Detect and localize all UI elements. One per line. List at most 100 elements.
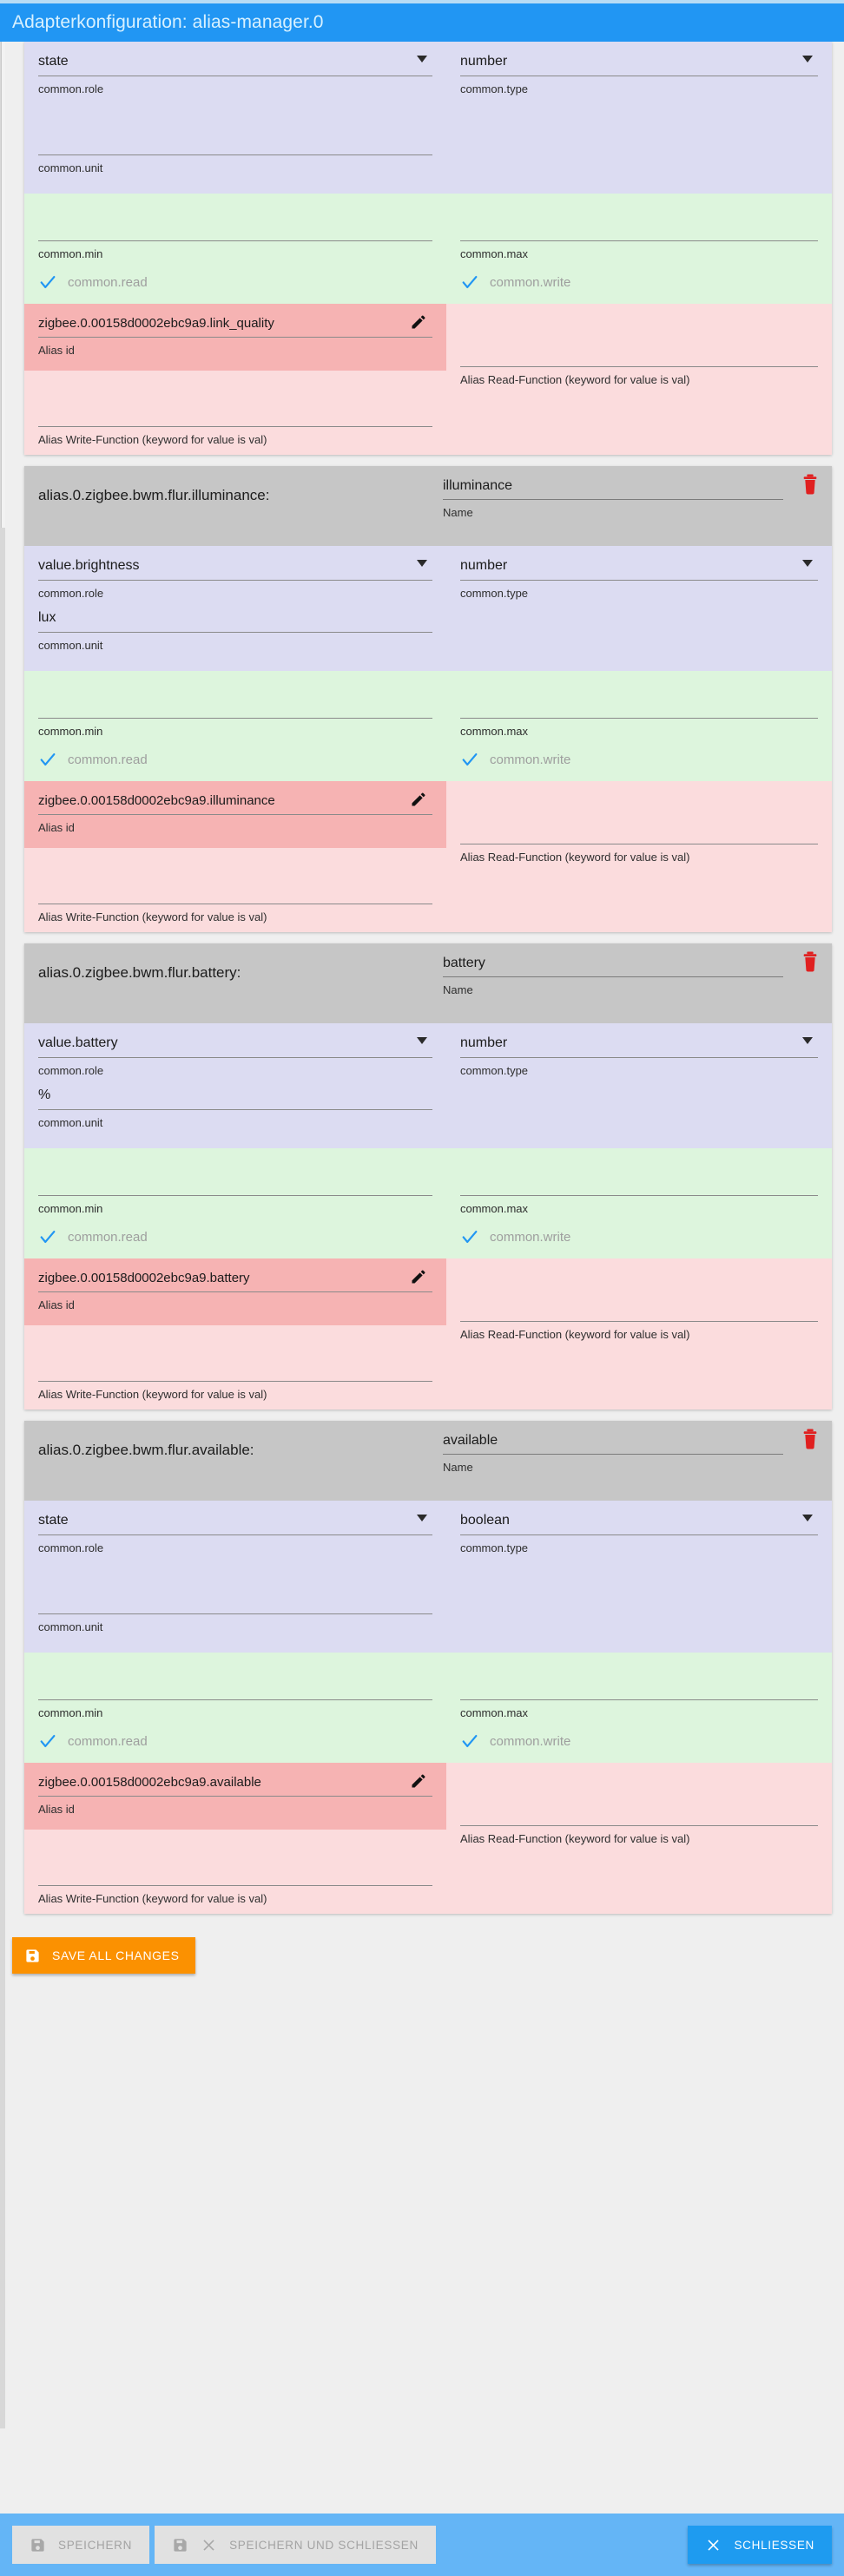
- common-unit-field[interactable]: common.unit: [38, 1565, 432, 1642]
- common-role-field[interactable]: state common.role: [38, 1513, 432, 1563]
- common-write-checkbox-row[interactable]: common.write: [460, 748, 818, 772]
- alias-read-function-value[interactable]: [460, 1302, 818, 1321]
- common-min-field[interactable]: common.min: [38, 206, 432, 269]
- chevron-down-icon[interactable]: [802, 560, 813, 567]
- alias-write-function-field[interactable]: Alias Write-Function (keyword for value …: [38, 371, 432, 446]
- common-role-field-value[interactable]: state: [38, 1513, 432, 1534]
- common-max-field[interactable]: common.max: [460, 1160, 818, 1224]
- save-all-changes-button[interactable]: SAVE ALL CHANGES: [12, 1937, 195, 1974]
- alias-read-function-value[interactable]: [460, 347, 818, 366]
- chevron-down-icon[interactable]: [417, 1515, 427, 1521]
- chevron-down-icon[interactable]: [802, 1037, 813, 1044]
- common-min-field-value[interactable]: [38, 206, 432, 240]
- common-read-checkbox-row[interactable]: common.read: [38, 1226, 432, 1250]
- common-unit-field-value[interactable]: %: [38, 1088, 432, 1109]
- check-icon[interactable]: [460, 750, 479, 769]
- common-write-checkbox-row[interactable]: common.write: [460, 271, 818, 295]
- common-read-checkbox-row[interactable]: common.read: [38, 1730, 432, 1754]
- chevron-down-icon[interactable]: [417, 560, 427, 567]
- common-role-field[interactable]: state common.role: [38, 54, 432, 104]
- common-type-field-value[interactable]: number: [460, 54, 818, 76]
- scrollbar-thumb[interactable]: [1, 42, 5, 528]
- common-max-field[interactable]: common.max: [460, 683, 818, 746]
- alias-write-function-field[interactable]: Alias Write-Function (keyword for value …: [38, 1830, 432, 1905]
- alias-name-field[interactable]: illuminance Name: [443, 478, 818, 537]
- check-icon[interactable]: [38, 273, 57, 292]
- common-type-field-value[interactable]: number: [460, 1035, 818, 1057]
- common-type-field[interactable]: number common.type: [460, 558, 818, 608]
- alias-write-function-value[interactable]: [38, 1842, 432, 1885]
- common-min-field-value[interactable]: [38, 1160, 432, 1195]
- common-max-field-value[interactable]: [460, 683, 818, 718]
- common-type-field[interactable]: number common.type: [460, 54, 818, 104]
- alias-write-function-value[interactable]: [38, 1337, 432, 1381]
- common-write-checkbox-row[interactable]: common.write: [460, 1730, 818, 1754]
- alias-read-function-value[interactable]: [460, 1806, 818, 1825]
- common-min-field[interactable]: common.min: [38, 1160, 432, 1224]
- common-max-field[interactable]: common.max: [460, 206, 818, 269]
- save-button[interactable]: SPEICHERN: [12, 2526, 150, 2564]
- common-role-field[interactable]: value.brightness common.role: [38, 558, 432, 608]
- delete-alias-button[interactable]: [801, 474, 820, 495]
- alias-id-field[interactable]: zigbee.0.00158d0002ebc9a9.available Alias…: [24, 1763, 446, 1830]
- alias-id-value[interactable]: zigbee.0.00158d0002ebc9a9.available: [38, 1772, 432, 1796]
- common-read-checkbox-row[interactable]: common.read: [38, 271, 432, 295]
- common-role-field-value[interactable]: state: [38, 54, 432, 76]
- common-min-field[interactable]: common.min: [38, 683, 432, 746]
- alias-id-field[interactable]: zigbee.0.00158d0002ebc9a9.illuminance Ali…: [24, 781, 446, 848]
- alias-name-value[interactable]: battery: [443, 956, 783, 976]
- alias-name-value[interactable]: illuminance: [443, 478, 783, 499]
- chevron-down-icon[interactable]: [802, 56, 813, 62]
- delete-alias-button[interactable]: [801, 951, 820, 972]
- chevron-down-icon[interactable]: [417, 56, 427, 62]
- alias-read-function-field[interactable]: Alias Read-Function (keyword for value i…: [460, 1271, 818, 1341]
- common-type-field-value[interactable]: boolean: [460, 1513, 818, 1534]
- alias-name-value[interactable]: available: [443, 1433, 783, 1454]
- chevron-down-icon[interactable]: [417, 1037, 427, 1044]
- common-max-field-value[interactable]: [460, 1160, 818, 1195]
- common-read-checkbox-row[interactable]: common.read: [38, 748, 432, 772]
- common-max-field[interactable]: common.max: [460, 1665, 818, 1728]
- pencil-icon[interactable]: [410, 1772, 427, 1790]
- save-and-close-button[interactable]: SPEICHERN UND SCHLIESSEN: [155, 2526, 436, 2564]
- alias-name-field[interactable]: battery Name: [443, 956, 818, 1015]
- pencil-icon[interactable]: [410, 1268, 427, 1285]
- alias-read-function-field[interactable]: Alias Read-Function (keyword for value i…: [460, 316, 818, 386]
- common-write-checkbox-row[interactable]: common.write: [460, 1226, 818, 1250]
- common-min-field[interactable]: common.min: [38, 1665, 432, 1728]
- alias-id-value[interactable]: zigbee.0.00158d0002ebc9a9.illuminance: [38, 791, 432, 814]
- alias-read-function-field[interactable]: Alias Read-Function (keyword for value i…: [460, 1775, 818, 1845]
- common-unit-field[interactable]: lux common.unit: [38, 610, 432, 660]
- common-unit-field[interactable]: % common.unit: [38, 1088, 432, 1138]
- alias-id-field[interactable]: zigbee.0.00158d0002ebc9a9.link_quality Al…: [24, 304, 446, 371]
- alias-id-value[interactable]: zigbee.0.00158d0002ebc9a9.link_quality: [38, 315, 432, 337]
- common-unit-field-value[interactable]: lux: [38, 610, 432, 632]
- config-scroll-area[interactable]: state common.role common.unit number common.…: [0, 42, 844, 2428]
- check-icon[interactable]: [460, 1732, 479, 1751]
- pencil-icon[interactable]: [410, 791, 427, 808]
- common-max-field-value[interactable]: [460, 1665, 818, 1699]
- alias-name-field[interactable]: available Name: [443, 1433, 818, 1492]
- check-icon[interactable]: [38, 1227, 57, 1246]
- alias-write-function-value[interactable]: [38, 860, 432, 904]
- alias-write-function-field[interactable]: Alias Write-Function (keyword for value …: [38, 1325, 432, 1401]
- common-type-field[interactable]: boolean common.type: [460, 1513, 818, 1563]
- alias-read-function-value[interactable]: [460, 825, 818, 844]
- common-role-field[interactable]: value.battery common.role: [38, 1035, 432, 1086]
- common-type-field-value[interactable]: number: [460, 558, 818, 580]
- alias-id-field[interactable]: zigbee.0.00158d0002ebc9a9.battery Alias i…: [24, 1258, 446, 1325]
- common-min-field-value[interactable]: [38, 1665, 432, 1699]
- common-min-field-value[interactable]: [38, 683, 432, 718]
- check-icon[interactable]: [38, 750, 57, 769]
- close-button[interactable]: SCHLIESSEN: [688, 2526, 832, 2564]
- delete-alias-button[interactable]: [801, 1429, 820, 1449]
- common-unit-field[interactable]: common.unit: [38, 106, 432, 183]
- alias-write-function-field[interactable]: Alias Write-Function (keyword for value …: [38, 848, 432, 923]
- common-max-field-value[interactable]: [460, 206, 818, 240]
- check-icon[interactable]: [38, 1732, 57, 1751]
- common-unit-field-value[interactable]: [38, 106, 432, 154]
- common-type-field[interactable]: number common.type: [460, 1035, 818, 1086]
- common-role-field-value[interactable]: value.brightness: [38, 558, 432, 580]
- alias-id-value[interactable]: zigbee.0.00158d0002ebc9a9.battery: [38, 1268, 432, 1291]
- common-role-field-value[interactable]: value.battery: [38, 1035, 432, 1057]
